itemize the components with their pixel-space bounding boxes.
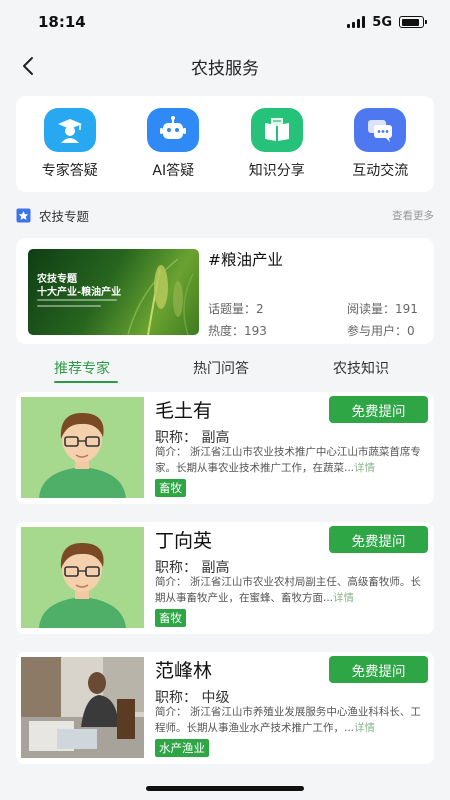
service-card: 专家答疑 AI答疑 知识分享 互动交流	[16, 96, 434, 192]
home-indicator	[146, 786, 304, 791]
nav-bar: 农技服务	[0, 44, 450, 88]
topic-heat-stat: 热度：193	[208, 324, 267, 338]
view-more-link[interactable]: 查看更多	[392, 208, 434, 223]
service-label: 知识分享	[248, 163, 305, 179]
free-ask-button[interactable]: 免费提问	[329, 396, 428, 423]
chevron-left-icon	[23, 57, 33, 75]
service-ai-qa[interactable]: AI答疑	[123, 108, 223, 180]
free-ask-button[interactable]: 免费提问	[329, 656, 428, 683]
expert-specialty-tag: 水产渔业	[155, 739, 209, 757]
topic-users-stat: 参与用户：0	[347, 324, 415, 338]
detail-link[interactable]: 详情	[333, 592, 354, 604]
expert-intro: 简介： 浙江省江山市农业农村局副主任、高级畜牧师。长期从事畜牧产业，在蜜蜂、畜牧…	[155, 576, 421, 604]
service-label: AI答疑	[152, 163, 195, 179]
topic-section-header: 农技专题 查看更多	[16, 204, 434, 226]
expert-specialty-tag: 畜牧	[155, 479, 186, 497]
expert-card[interactable]: 范峰林 免费提问 职称： 中级 简介： 浙江省江山市养殖业发展服务中心渔业科科长…	[16, 652, 434, 764]
network-type: 5G	[372, 14, 392, 30]
expert-card[interactable]: 毛土有 免费提问 职称： 副高 简介： 浙江省江山市农业技术推广中心江山市蔬菜首…	[16, 392, 434, 504]
expert-photo	[21, 657, 144, 758]
book-icon	[250, 108, 303, 152]
back-button[interactable]	[14, 52, 42, 80]
topic-card[interactable]: 农技专题 十大产业-粮油产业 #粮油产业 话题量：2 阅读量：191 热度：19…	[16, 238, 434, 344]
expert-avatar	[21, 527, 144, 628]
banner-subtitle: 十大产业-粮油产业	[37, 287, 122, 298]
status-time: 18:14	[38, 13, 86, 31]
topic-name: #粮油产业	[208, 251, 283, 269]
service-knowledge-share[interactable]: 知识分享	[227, 108, 327, 180]
signal-icon	[347, 16, 366, 28]
active-tab-indicator	[54, 381, 118, 383]
expert-icon	[43, 108, 96, 152]
service-label: 互动交流	[352, 163, 409, 179]
chat-icon	[354, 108, 407, 152]
topic-banner-image: 农技专题 十大产业-粮油产业	[28, 249, 199, 335]
service-label: 专家答疑	[41, 163, 98, 179]
expert-name: 范峰林	[155, 660, 213, 682]
banner-decoration	[37, 305, 101, 307]
battery-icon	[399, 16, 427, 28]
service-interaction[interactable]: 互动交流	[330, 108, 430, 180]
banner-decoration	[37, 299, 117, 301]
status-icons: 5G	[347, 14, 427, 30]
tab-agri-knowledge[interactable]: 农技知识	[333, 358, 389, 378]
expert-intro: 简介： 浙江省江山市养殖业发展服务中心渔业科科长、工程师。长期从事渔业水产技术推…	[155, 706, 421, 734]
topic-reads-stat: 阅读量：191	[347, 302, 418, 316]
expert-specialty-tag: 畜牧	[155, 609, 186, 627]
expert-name: 丁向英	[155, 530, 213, 552]
expert-card[interactable]: 丁向英 免费提问 职称： 副高 简介： 浙江省江山市农业农村局副主任、高级畜牧师…	[16, 522, 434, 634]
expert-avatar	[21, 397, 144, 498]
service-expert-qa[interactable]: 专家答疑	[20, 108, 120, 180]
content-tabs: 推荐专家 热门问答 农技知识	[0, 352, 450, 386]
topic-questions-stat: 话题量：2	[208, 302, 264, 316]
page-title: 农技服务	[191, 58, 259, 79]
expert-intro: 简介： 浙江省江山市农业技术推广中心江山市蔬菜首席专家。长期从事农业技术推广工作…	[155, 446, 421, 474]
bookmark-star-icon	[16, 208, 31, 222]
topic-section-title: 农技专题	[39, 208, 90, 224]
tab-hot-qa[interactable]: 热门问答	[193, 358, 249, 378]
free-ask-button[interactable]: 免费提问	[329, 526, 428, 553]
detail-link[interactable]: 详情	[354, 722, 375, 734]
expert-name: 毛土有	[155, 400, 213, 422]
status-bar: 18:14 5G	[0, 0, 450, 44]
robot-icon	[147, 108, 200, 152]
detail-link[interactable]: 详情	[354, 462, 375, 474]
tab-recommended-experts[interactable]: 推荐专家	[54, 358, 110, 378]
